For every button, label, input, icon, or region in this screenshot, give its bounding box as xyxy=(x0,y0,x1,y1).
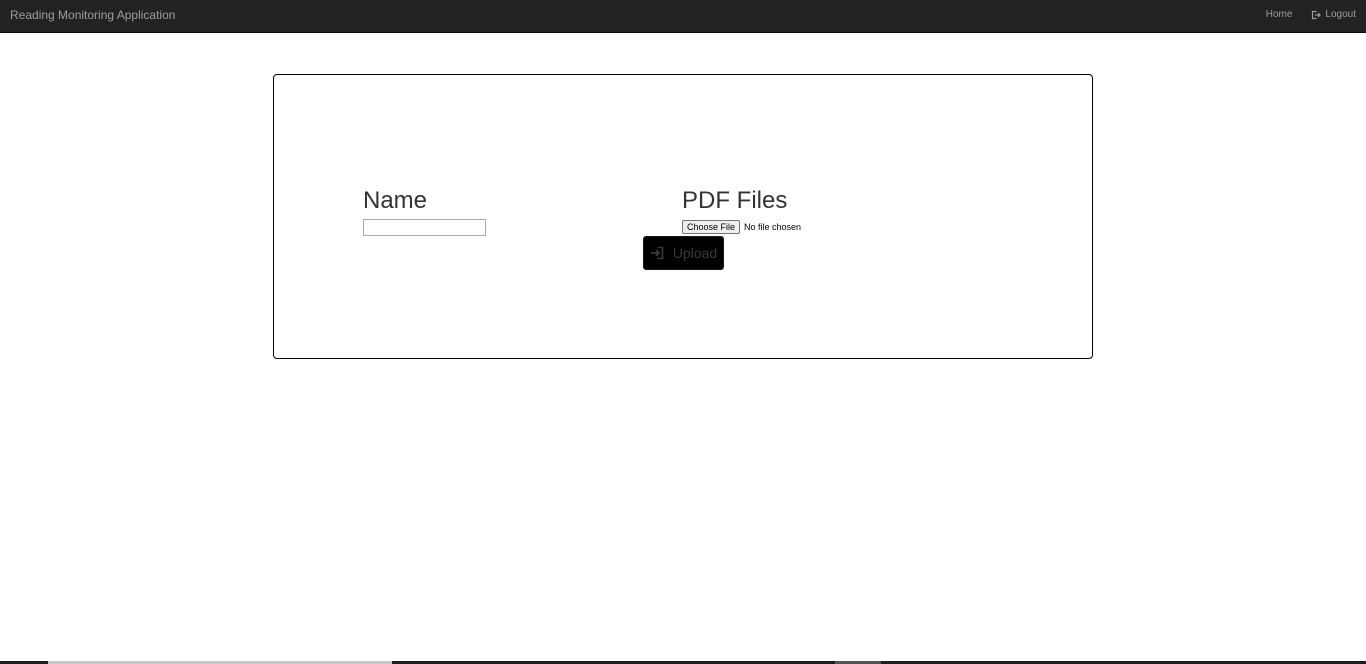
nav-right: Home Logout xyxy=(1266,9,1356,20)
upload-form-card: Name PDF Files Choose File No file chose… xyxy=(273,74,1093,359)
name-input[interactable] xyxy=(363,219,486,236)
upload-button[interactable]: Upload xyxy=(643,236,724,270)
file-status-text: No file chosen xyxy=(744,222,802,232)
upload-label: Upload xyxy=(672,245,718,261)
nav-logout-link[interactable]: Logout xyxy=(1311,9,1356,20)
logout-label: Logout xyxy=(1325,9,1356,20)
pdf-files-label: PDF Files xyxy=(682,187,788,214)
file-picker: Choose File No file chosen xyxy=(682,220,801,234)
app-brand[interactable]: Reading Monitoring Application xyxy=(10,8,175,22)
nav-home-link[interactable]: Home xyxy=(1266,9,1293,20)
logout-icon xyxy=(1311,10,1322,20)
choose-file-button[interactable]: Choose File xyxy=(682,220,741,234)
login-icon xyxy=(650,246,664,260)
name-label: Name xyxy=(363,187,428,214)
top-navbar: Reading Monitoring Application Home Logo… xyxy=(0,0,1366,33)
